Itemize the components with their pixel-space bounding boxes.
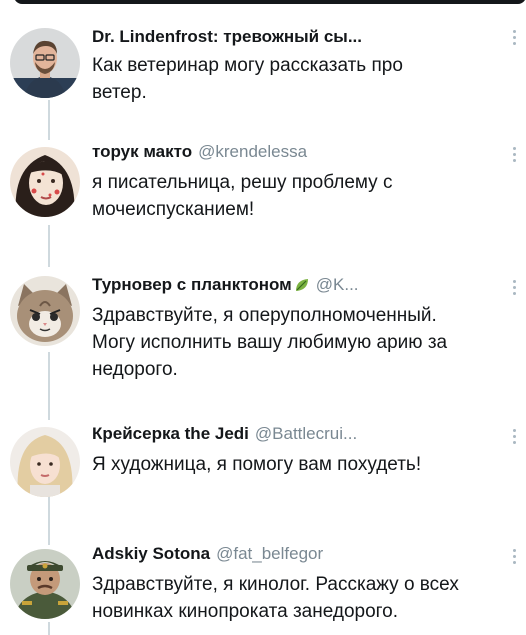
author-name[interactable]: Крейсерка the Jedi — [92, 424, 249, 443]
military-figure-avatar — [10, 549, 80, 619]
tweet-text: Здравствуйте, я оперуполномоченный. Могу… — [92, 305, 448, 380]
author-handle[interactable]: @Battlecrui... — [255, 424, 357, 443]
tweet[interactable]: Крейсерка the Jedi @Battlecrui... Я худож… — [0, 423, 526, 523]
tweet-header: Крейсерка the Jedi @Battlecrui... — [92, 423, 496, 445]
avatar[interactable] — [10, 549, 80, 619]
author-handle[interactable]: @fat_belfegor — [216, 544, 323, 563]
author-handle[interactable]: @K... — [316, 275, 359, 294]
author-name[interactable]: Dr. Lindenfrost: тревожный сы... — [92, 27, 362, 46]
tweet-text: Я художница, я помогу вам похудеть! — [92, 454, 422, 475]
tweet[interactable]: Adskiy Sotona @fat_belfegor Здравствуйте,… — [0, 543, 526, 635]
avatar[interactable] — [10, 427, 80, 497]
more-options-icon[interactable] — [512, 280, 516, 298]
blonde-woman-avatar — [10, 427, 80, 497]
tweet[interactable]: торук макто @krendelessa я писательница, … — [0, 141, 526, 251]
top-bar — [14, 0, 526, 4]
tweet-header: Турновер с планктоном @K... — [92, 274, 496, 299]
tweet-header: Dr. Lindenfrost: тревожный сы... — [92, 26, 496, 48]
tweet-header: торук макто @krendelessa — [92, 141, 496, 163]
avatar[interactable] — [10, 147, 80, 217]
author-handle[interactable]: @krendelessa — [198, 142, 307, 161]
author-name[interactable]: Adskiy Sotona — [92, 544, 210, 563]
tweet-text: Как ветеринар могу рассказать про ветер. — [92, 55, 403, 103]
avatar[interactable] — [10, 276, 80, 346]
more-options-icon[interactable] — [512, 30, 516, 48]
angry-kitten-avatar — [10, 276, 80, 346]
tweet-header: Adskiy Sotona @fat_belfegor — [92, 543, 496, 565]
leaf-emoji-icon — [294, 277, 310, 299]
tweet[interactable]: Dr. Lindenfrost: тревожный сы... Как вет… — [0, 24, 526, 124]
tweet-text: я писательница, решу проблему с мочеиспу… — [92, 172, 393, 220]
author-name[interactable]: торук макто — [92, 142, 192, 161]
author-name[interactable]: Турновер с планктоном — [92, 275, 292, 294]
more-options-icon[interactable] — [512, 549, 516, 567]
more-options-icon[interactable] — [512, 147, 516, 165]
woman-face-avatar — [10, 147, 80, 217]
tweet[interactable]: Турновер с планктоном @K... Здравствуйте,… — [0, 274, 526, 404]
avatar[interactable] — [10, 28, 80, 98]
more-options-icon[interactable] — [512, 429, 516, 447]
tweet-text: Здравствуйте, я кинолог. Расскажу о всех… — [92, 574, 459, 622]
man-with-glasses-avatar — [10, 28, 80, 98]
